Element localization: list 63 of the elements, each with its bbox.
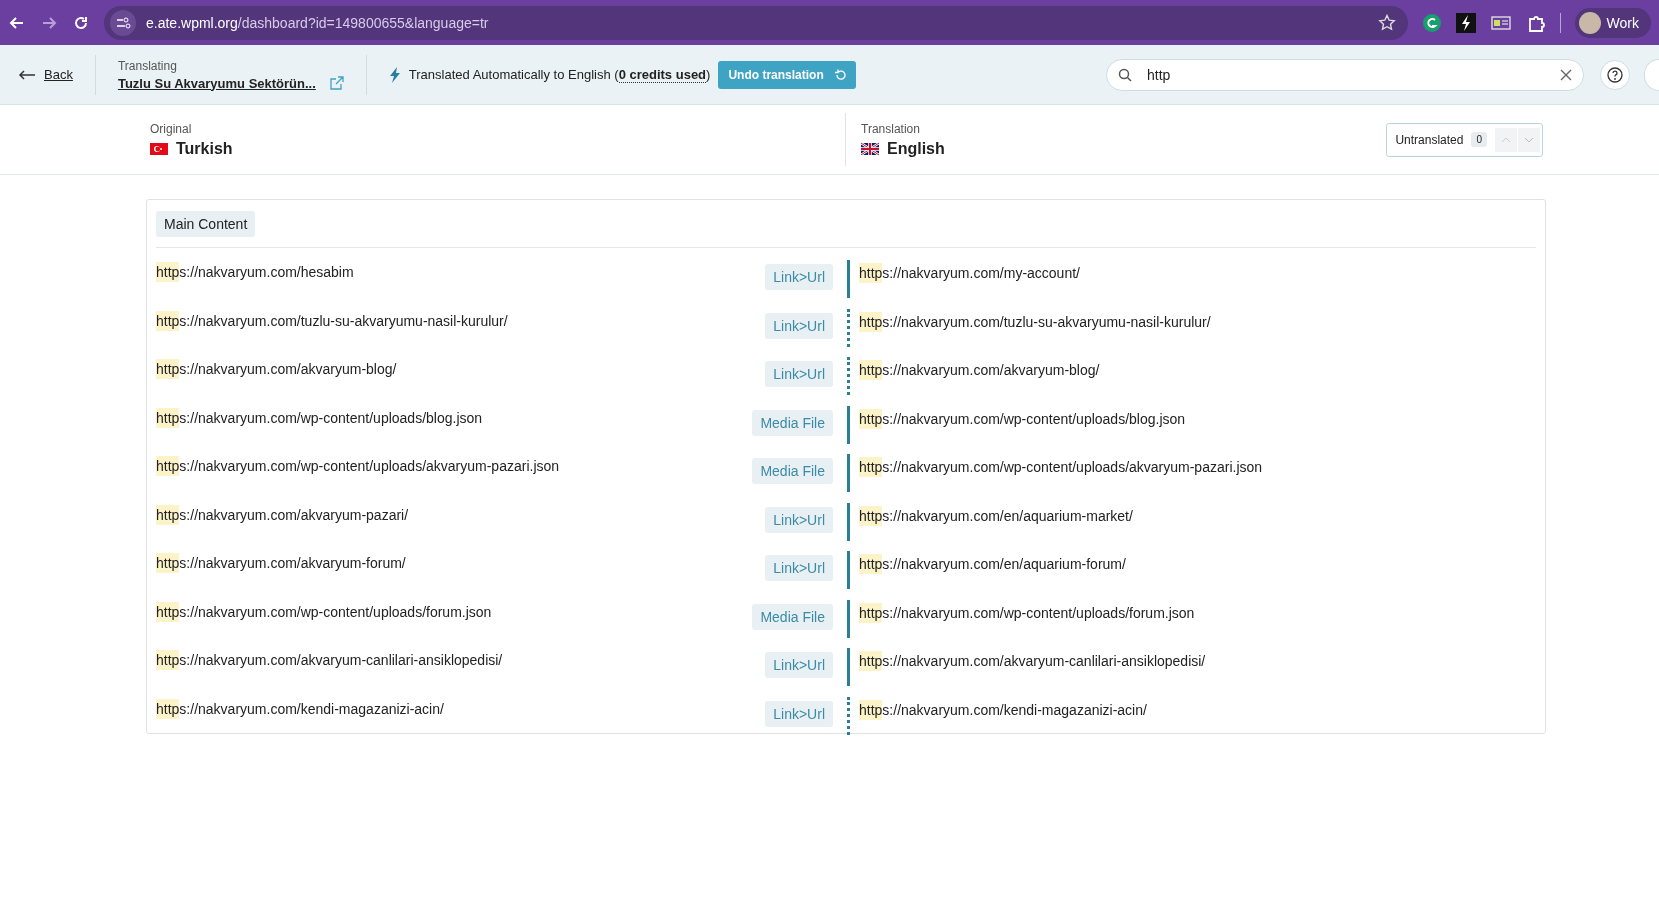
translation-text: https://nakvaryum.com/en/aquarium-market/ bbox=[859, 505, 1133, 526]
source-text: https://nakvaryum.com/wp-content/uploads/akvaryum-pazari.json bbox=[156, 458, 560, 474]
card-extension-icon[interactable] bbox=[1489, 13, 1512, 32]
chevron-up-icon bbox=[1501, 136, 1511, 143]
help-icon bbox=[1607, 66, 1623, 83]
source-text: https://nakvaryum.com/tuzlu-su-akvaryumu-nasil-kurulur/ bbox=[156, 312, 508, 329]
star-icon[interactable] bbox=[1377, 13, 1396, 32]
address-bar[interactable]: e.ate.wpml.org/dashboard?id=149800655&language=tr bbox=[104, 5, 1408, 40]
translation-text: https://nakvaryum.com/wp-content/uploads/forum.json bbox=[859, 602, 1195, 623]
translation-text: https://nakvaryum.com/wp-content/uploads/akvaryum-pazari.json bbox=[859, 457, 1263, 477]
segment-type-tag: Media File bbox=[752, 603, 833, 630]
auto-translation-status: Translated Automatically to English (0 credits used) bbox=[408, 67, 711, 82]
translation-text: https://nakvaryum.com/en/aquarium-forum/ bbox=[859, 554, 1126, 574]
translation-text: https://nakvaryum.com/akvaryum-canlilari-ansiklopedisi/ bbox=[859, 651, 1206, 671]
turkish-flag-icon bbox=[150, 142, 168, 155]
grammar-extension-icon[interactable] bbox=[1421, 12, 1442, 33]
segment-type-tag: Link>Url bbox=[765, 555, 833, 581]
translation-text: https://nakvaryum.com/my-account/ bbox=[859, 263, 1080, 283]
search-field[interactable]: http bbox=[1106, 58, 1584, 91]
segment-type-tag: Link>Url bbox=[765, 361, 833, 387]
translation-text: https://nakvaryum.com/akvaryum-blog/ bbox=[859, 360, 1100, 380]
source-text: https://nakvaryum.com/wp-content/uploads/blog.json bbox=[156, 409, 483, 426]
original-label: Original bbox=[150, 121, 193, 136]
source-text: https://nakvaryum.com/akvaryum-blog/ bbox=[156, 361, 397, 377]
segment-type-tag: Link>Url bbox=[765, 506, 833, 533]
translation-label: Translation bbox=[861, 121, 921, 136]
translation-text: https://nakvaryum.com/tuzlu-su-akvaryumu-nasil-kurulur/ bbox=[859, 311, 1211, 332]
undo-icon bbox=[833, 68, 846, 81]
external-link-icon[interactable] bbox=[329, 76, 344, 90]
source-text: https://nakvaryum.com/kendi-magazanizi-acin/ bbox=[156, 700, 444, 717]
source-text: https://nakvaryum.com/akvaryum-forum/ bbox=[156, 555, 406, 571]
search-icon bbox=[1118, 67, 1132, 82]
segment-type-tag: Link>Url bbox=[765, 312, 833, 339]
section-label: Main Content bbox=[156, 211, 256, 237]
translation-text: https://nakvaryum.com/wp-content/uploads/blog.json bbox=[859, 408, 1186, 429]
lightning-icon bbox=[388, 66, 401, 83]
translating-label: Translating bbox=[117, 58, 178, 73]
segment-type-tag: Link>Url bbox=[765, 264, 833, 290]
segment-type-tag: Media File bbox=[752, 458, 833, 484]
bolt-extension-icon[interactable] bbox=[1455, 12, 1476, 33]
source-text: https://nakvaryum.com/akvaryum-pazari/ bbox=[156, 506, 409, 523]
url-text: e.ate.wpml.org/dashboard?id=149800655&language=tr bbox=[146, 14, 490, 31]
source-text: https://nakvaryum.com/hesabim bbox=[156, 264, 354, 280]
chevron-down-icon bbox=[1524, 136, 1534, 143]
uk-flag-icon bbox=[861, 142, 879, 155]
site-settings-icon[interactable] bbox=[110, 9, 136, 36]
back-link[interactable]: Back bbox=[18, 67, 73, 82]
source-text: https://nakvaryum.com/wp-content/uploads/forum.json bbox=[156, 603, 492, 620]
clear-icon[interactable] bbox=[1560, 68, 1572, 81]
segment-type-tag: Link>Url bbox=[765, 652, 833, 678]
left-arrow-icon bbox=[18, 68, 36, 81]
source-text: https://nakvaryum.com/akvaryum-canlilari-ansiklopedisi/ bbox=[156, 652, 503, 668]
help-button[interactable] bbox=[1600, 59, 1630, 90]
profile-button[interactable]: Work bbox=[1574, 7, 1651, 38]
avatar-icon bbox=[1578, 11, 1601, 34]
segment-type-tag: Link>Url bbox=[765, 700, 833, 727]
untranslated-label: Untranslated bbox=[1395, 132, 1464, 147]
segment-type-tag: Media File bbox=[752, 409, 833, 436]
source-language: Turkish bbox=[176, 139, 233, 158]
target-language: English bbox=[887, 139, 945, 158]
document-title-link[interactable]: Tuzlu Su Akvaryumu Sektörün... bbox=[117, 75, 316, 91]
untranslated-count: 0 bbox=[1471, 132, 1487, 147]
translation-text: https://nakvaryum.com/kendi-magazanizi-acin/ bbox=[859, 699, 1147, 720]
